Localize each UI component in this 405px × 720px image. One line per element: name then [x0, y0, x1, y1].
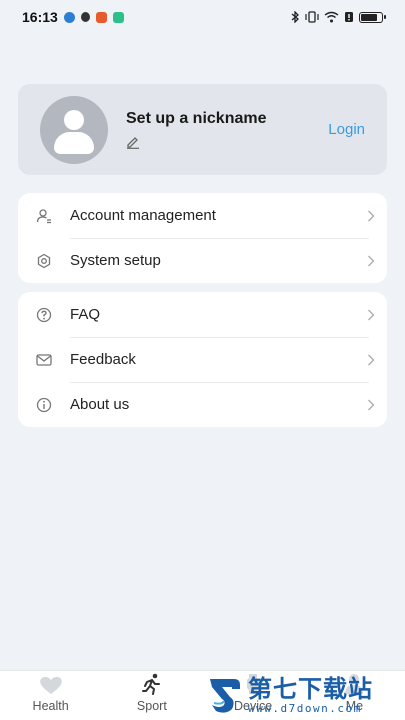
settings-icon	[36, 253, 52, 269]
chevron-right-icon	[368, 354, 375, 365]
running-icon	[141, 673, 160, 695]
status-left: 16:13	[22, 9, 124, 25]
menu-item-faq[interactable]: FAQ	[18, 292, 387, 337]
bluetooth-icon	[291, 11, 299, 23]
vibrate-icon	[305, 11, 319, 23]
nav-label-device: Device	[234, 699, 273, 713]
menu-item-feedback[interactable]: Feedback	[18, 337, 387, 382]
person-icon	[345, 674, 364, 694]
avatar[interactable]	[40, 95, 108, 164]
menu-label-system-setup: System setup	[70, 252, 161, 269]
menu-group-support: FAQ Feedback About us	[18, 292, 387, 427]
nav-item-me[interactable]: Me	[304, 671, 405, 720]
profile-card[interactable]: Set up a nickname Login	[18, 84, 387, 175]
menu-label-feedback: Feedback	[70, 351, 136, 368]
nav-label-me: Me	[345, 699, 364, 713]
menu-label-faq: FAQ	[70, 306, 101, 323]
notification-icon-1	[63, 11, 75, 23]
nickname-label[interactable]: Set up a nickname	[126, 110, 328, 128]
chevron-right-icon	[368, 399, 375, 410]
menu-item-about-us[interactable]: About us	[18, 382, 387, 427]
menu-item-account-management[interactable]: Account management	[18, 193, 387, 238]
status-bar: 16:13	[0, 0, 405, 34]
avatar-head	[64, 109, 84, 130]
nav-item-device[interactable]: Device	[203, 671, 304, 720]
chevron-right-icon	[368, 255, 375, 266]
chevron-right-icon	[368, 210, 375, 221]
notification-icon-3	[95, 11, 107, 23]
avatar-body	[54, 131, 94, 154]
nav-label-health: Health	[32, 699, 69, 713]
wifi-icon	[324, 11, 339, 23]
battery-icon	[359, 11, 386, 23]
nav-item-sport[interactable]: Sport	[101, 671, 202, 720]
status-time: 16:13	[22, 9, 58, 25]
status-right	[290, 11, 386, 23]
login-button[interactable]: Login	[328, 121, 365, 138]
mail-icon	[36, 352, 52, 368]
profile-text: Set up a nickname	[126, 110, 328, 149]
user-icon	[36, 208, 52, 224]
menu-item-system-setup[interactable]: System setup	[18, 238, 387, 283]
edit-icon[interactable]	[126, 135, 140, 149]
menu-group-account: Account management System setup	[18, 193, 387, 283]
menu-label-about-us: About us	[70, 396, 130, 413]
nav-item-health[interactable]: Health	[0, 671, 101, 720]
info-icon	[36, 397, 52, 413]
notification-icon-4	[112, 11, 124, 23]
nav-label-sport: Sport	[136, 699, 167, 713]
watch-icon	[247, 674, 260, 694]
sim-icon	[345, 12, 353, 22]
bottom-nav: Health Sport Device Me	[0, 670, 405, 720]
chevron-right-icon	[368, 309, 375, 320]
menu-label-account-management: Account management	[70, 207, 216, 224]
notification-icon-2	[80, 12, 90, 22]
battery-fill	[361, 13, 377, 21]
heart-icon	[39, 676, 62, 694]
question-icon	[36, 307, 52, 323]
